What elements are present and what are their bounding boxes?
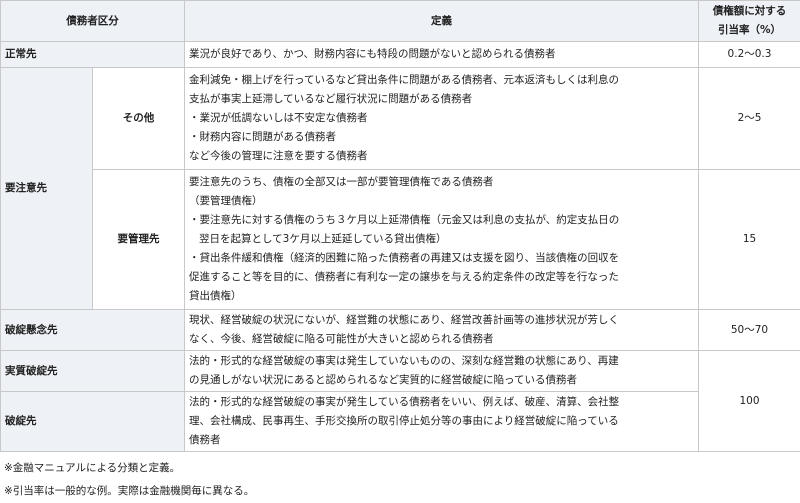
rate-bankrupt: 100 — [698, 350, 800, 452]
table-row-effectively-bankrupt: 実質破綻先 法的・形式的な経営破綻の事実は発生していないものの、深刻な経営難の状… — [0, 350, 800, 452]
definition-line: ・財務内容に問題がある債務者 — [189, 131, 336, 143]
definition-line: （要管理債権） — [189, 195, 263, 207]
category-effectively-bankrupt: 実質破綻先 — [0, 350, 185, 392]
footnote: ※金融マニュアルによる分類と定義。 — [4, 462, 181, 474]
header-rate-line2: 引当率（%） — [717, 24, 782, 36]
table-row-caution-other: 要注意先 その他 金利減免・棚上げを行っているなど貸出条件に問題がある債務者、元… — [0, 67, 800, 310]
definition-line: 貸出債権） — [189, 290, 242, 302]
definition-line: 支払が事実上延滞しているなど履行状況に問題がある債務者 — [189, 93, 473, 105]
rate-caution-managed: 15 — [698, 169, 800, 310]
subcategory-managed: 要管理先 — [92, 169, 185, 310]
definition-line: の見通しがない状況にあると認められるなど実質的に経営破綻に陥っている債務者 — [189, 374, 577, 386]
table-row-doubtful: 破綻懸念先 現状、経営破綻の状況にないが、経営難の状態にあり、経営改善計画等の進… — [0, 309, 800, 351]
category-doubtful: 破綻懸念先 — [0, 309, 185, 351]
table-row-normal: 正常先 業況が良好であり、かつ、財務内容にも特段の問題がないと認められる債務者 … — [0, 41, 800, 68]
definition-line: 理、会社構成、民事再生、手形交換所の取引停止処分等の事由により経営破綻に陥ってい… — [189, 415, 619, 427]
header-category: 債務者区分 — [0, 0, 185, 42]
definition-line: ・要注意先に対する債権のうち３ケ月以上延滞債権（元金又は利息の支払が、約定支払日… — [189, 214, 620, 226]
definition-line: なく、今後、経営破綻に陥る可能性が大きいと認められる債務者 — [189, 333, 494, 345]
definition-normal: 業況が良好であり、かつ、財務内容にも特段の問題がないと認められる債務者 — [184, 41, 699, 68]
table-row-bankrupt: 破綻先 法的・形式的な経営破綻の事実が発生している債務者をいい、例えば、破産、清… — [0, 391, 800, 452]
definition-line: 法的・形式的な経営破綻の事実が発生している債務者をいい、例えば、破産、清算、会社… — [189, 396, 620, 408]
rate-normal: 0.2〜0.3 — [698, 41, 800, 68]
category-caution: 要注意先 — [0, 67, 93, 310]
rate-caution-other: 2〜5 — [698, 67, 800, 170]
footnotes: ※金融マニュアルによる分類と定義。 ※引当率は一般的な例。実際は金融機関毎に異な… — [4, 457, 254, 503]
header-definition: 定義 — [184, 0, 699, 42]
definition-bankrupt: 法的・形式的な経営破綻の事実が発生している債務者をいい、例えば、破産、清算、会社… — [184, 391, 699, 452]
definition-line: 促進すること等を目的に、債務者に有利な一定の譲歩を与える約定条件の改定等を行なっ… — [189, 271, 619, 283]
category-bankrupt: 破綻先 — [0, 391, 185, 452]
definition-caution-other: 金利減免・棚上げを行っているなど貸出条件に問題がある債務者、元本返済もしくは利息… — [184, 67, 699, 170]
subcategory-other: その他 — [92, 67, 185, 170]
definition-line: 金利減免・棚上げを行っているなど貸出条件に問題がある債務者、元本返済もしくは利息… — [189, 74, 619, 86]
definition-line: 法的・形式的な経営破綻の事実は発生していないものの、深刻な経営難の状態にあり、再… — [189, 355, 619, 367]
definition-caution-managed: 要注意先のうち、債権の全部又は一部が要管理債権である債務者 （要管理債権） ・要… — [184, 169, 699, 310]
definition-line: 翌日を起算として3ケ月以上延延している貸出債権） — [199, 233, 447, 245]
definition-line: ・貸出条件緩和債権（経済的困難に陥った債務者の再建又は支援を図り、当該債権の回収… — [189, 252, 620, 264]
table-row-caution-managed: 要管理先 要注意先のうち、債権の全部又は一部が要管理債権である債務者 （要管理債… — [1, 169, 800, 310]
table-header-row: 債務者区分 定義 債権額に対する 引当率（%） — [0, 0, 800, 42]
rate-doubtful: 50〜70 — [698, 309, 800, 351]
definition-line: 要注意先のうち、債権の全部又は一部が要管理債権である債務者 — [189, 176, 494, 188]
definition-line: 債務者 — [189, 434, 221, 446]
definition-line: 現状、経営破綻の状況にないが、経営難の状態にあり、経営改善計画等の進捗状況が芳し… — [189, 314, 619, 326]
definition-line: など今後の管理に注意を要する債務者 — [189, 150, 368, 162]
footnote: ※引当率は一般的な例。実際は金融機関毎に異なる。 — [4, 485, 255, 497]
header-rate-line1: 債権額に対する — [712, 5, 787, 17]
definition-effectively-bankrupt: 法的・形式的な経営破綻の事実は発生していないものの、深刻な経営難の状態にあり、再… — [184, 350, 699, 392]
debtor-classification-table: 債務者区分 定義 債権額に対する 引当率（%） 正常先 業況が良好であり、かつ、… — [0, 0, 800, 452]
category-normal: 正常先 — [0, 41, 185, 68]
definition-doubtful: 現状、経営破綻の状況にないが、経営難の状態にあり、経営改善計画等の進捗状況が芳し… — [184, 309, 699, 351]
header-rate: 債権額に対する 引当率（%） — [698, 0, 800, 42]
definition-line: ・業況が低調ないしは不安定な債務者 — [189, 112, 368, 124]
